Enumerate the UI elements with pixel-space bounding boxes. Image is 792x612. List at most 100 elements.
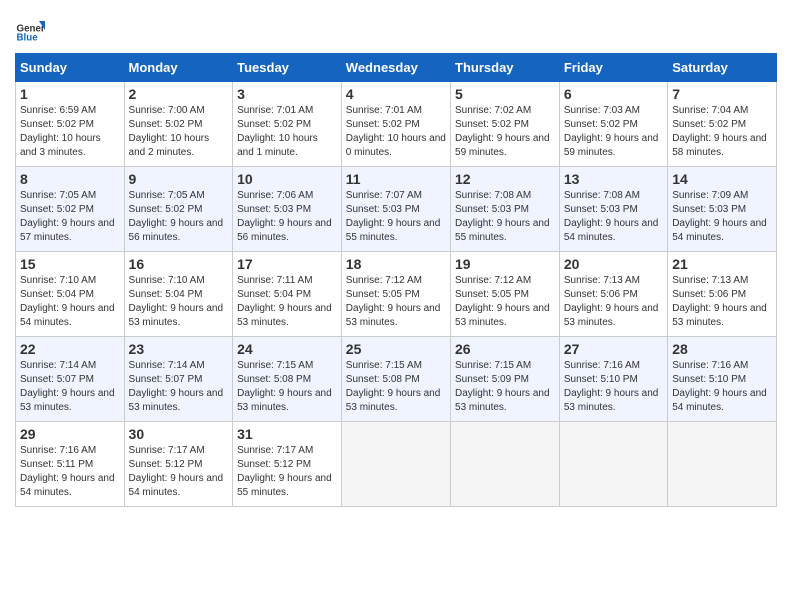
day-number: 10 bbox=[237, 171, 337, 187]
day-info: Sunrise: 7:13 AMSunset: 5:06 PMDaylight:… bbox=[564, 274, 663, 330]
day-number: 23 bbox=[129, 341, 229, 357]
calendar-cell bbox=[341, 422, 450, 507]
day-info: Sunrise: 7:01 AMSunset: 5:02 PMDaylight:… bbox=[237, 104, 337, 160]
calendar-week-row: 22 Sunrise: 7:14 AMSunset: 5:07 PMDayligh… bbox=[16, 337, 777, 422]
calendar-cell bbox=[451, 422, 560, 507]
day-number: 2 bbox=[129, 86, 229, 102]
day-number: 18 bbox=[346, 256, 446, 272]
day-info: Sunrise: 7:01 AMSunset: 5:02 PMDaylight:… bbox=[346, 104, 446, 160]
calendar-cell: 26 Sunrise: 7:15 AMSunset: 5:09 PMDayligh… bbox=[451, 337, 560, 422]
day-info: Sunrise: 7:13 AMSunset: 5:06 PMDaylight:… bbox=[672, 274, 772, 330]
calendar-cell: 28 Sunrise: 7:16 AMSunset: 5:10 PMDayligh… bbox=[668, 337, 777, 422]
day-number: 30 bbox=[129, 426, 229, 442]
day-info: Sunrise: 7:05 AMSunset: 5:02 PMDaylight:… bbox=[20, 189, 120, 245]
day-number: 11 bbox=[346, 171, 446, 187]
calendar-cell: 23 Sunrise: 7:14 AMSunset: 5:07 PMDayligh… bbox=[124, 337, 233, 422]
calendar-cell: 24Sunrise: 7:15 AMSunset: 5:08 PMDayligh… bbox=[233, 337, 342, 422]
calendar-cell: 7Sunrise: 7:04 AMSunset: 5:02 PMDaylight… bbox=[668, 82, 777, 167]
calendar-cell: 29Sunrise: 7:16 AMSunset: 5:11 PMDayligh… bbox=[16, 422, 125, 507]
day-number: 1 bbox=[20, 86, 120, 102]
day-number: 27 bbox=[564, 341, 663, 357]
calendar-cell: 8 Sunrise: 7:05 AMSunset: 5:02 PMDaylight… bbox=[16, 167, 125, 252]
header-day-sunday: Sunday bbox=[16, 54, 125, 82]
calendar-cell: 16Sunrise: 7:10 AMSunset: 5:04 PMDayligh… bbox=[124, 252, 233, 337]
calendar-cell: 1 Sunrise: 6:59 AMSunset: 5:02 PMDaylight… bbox=[16, 82, 125, 167]
day-number: 6 bbox=[564, 86, 663, 102]
calendar-cell: 17 Sunrise: 7:11 AMSunset: 5:04 PMDayligh… bbox=[233, 252, 342, 337]
day-number: 26 bbox=[455, 341, 555, 357]
calendar-cell: 5 Sunrise: 7:02 AMSunset: 5:02 PMDaylight… bbox=[451, 82, 560, 167]
day-info: Sunrise: 7:14 AMSunset: 5:07 PMDaylight:… bbox=[20, 359, 120, 415]
day-info: Sunrise: 7:15 AMSunset: 5:08 PMDaylight:… bbox=[237, 359, 337, 415]
day-info: Sunrise: 7:10 AMSunset: 5:04 PMDaylight:… bbox=[20, 274, 120, 330]
day-info: Sunrise: 7:06 AMSunset: 5:03 PMDaylight:… bbox=[237, 189, 337, 245]
day-number: 17 bbox=[237, 256, 337, 272]
calendar-cell: 19Sunrise: 7:12 AMSunset: 5:05 PMDayligh… bbox=[451, 252, 560, 337]
logo: General Blue bbox=[15, 15, 45, 45]
day-info: Sunrise: 7:15 AMSunset: 5:09 PMDaylight:… bbox=[455, 359, 555, 415]
day-info: Sunrise: 7:10 AMSunset: 5:04 PMDaylight:… bbox=[129, 274, 229, 330]
calendar-cell: 14 Sunrise: 7:09 AMSunset: 5:03 PMDayligh… bbox=[668, 167, 777, 252]
day-number: 14 bbox=[672, 171, 772, 187]
day-info: Sunrise: 7:16 AMSunset: 5:10 PMDaylight:… bbox=[672, 359, 772, 415]
calendar-cell: 9 Sunrise: 7:05 AMSunset: 5:02 PMDaylight… bbox=[124, 167, 233, 252]
day-info: Sunrise: 7:17 AMSunset: 5:12 PMDaylight:… bbox=[129, 444, 229, 500]
calendar-cell: 30 Sunrise: 7:17 AMSunset: 5:12 PMDayligh… bbox=[124, 422, 233, 507]
day-info: Sunrise: 7:04 AMSunset: 5:02 PMDaylight:… bbox=[672, 104, 772, 160]
svg-text:Blue: Blue bbox=[17, 33, 39, 44]
calendar-cell: 12 Sunrise: 7:08 AMSunset: 5:03 PMDayligh… bbox=[451, 167, 560, 252]
header: General Blue bbox=[15, 15, 777, 45]
header-day-saturday: Saturday bbox=[668, 54, 777, 82]
header-day-thursday: Thursday bbox=[451, 54, 560, 82]
calendar-cell: 4 Sunrise: 7:01 AMSunset: 5:02 PMDaylight… bbox=[341, 82, 450, 167]
day-info: Sunrise: 7:03 AMSunset: 5:02 PMDaylight:… bbox=[564, 104, 663, 160]
day-number: 31 bbox=[237, 426, 337, 442]
calendar-cell: 6 Sunrise: 7:03 AMSunset: 5:02 PMDaylight… bbox=[559, 82, 667, 167]
calendar-cell bbox=[559, 422, 667, 507]
day-info: Sunrise: 6:59 AMSunset: 5:02 PMDaylight:… bbox=[20, 104, 120, 160]
header-day-monday: Monday bbox=[124, 54, 233, 82]
calendar-cell: 3 Sunrise: 7:01 AMSunset: 5:02 PMDaylight… bbox=[233, 82, 342, 167]
calendar-week-row: 15 Sunrise: 7:10 AMSunset: 5:04 PMDayligh… bbox=[16, 252, 777, 337]
calendar-cell bbox=[668, 422, 777, 507]
day-number: 9 bbox=[129, 171, 229, 187]
day-info: Sunrise: 7:09 AMSunset: 5:03 PMDaylight:… bbox=[672, 189, 772, 245]
header-day-friday: Friday bbox=[559, 54, 667, 82]
day-number: 8 bbox=[20, 171, 120, 187]
calendar-week-row: 1 Sunrise: 6:59 AMSunset: 5:02 PMDaylight… bbox=[16, 82, 777, 167]
day-info: Sunrise: 7:08 AMSunset: 5:03 PMDaylight:… bbox=[564, 189, 663, 245]
calendar-table: SundayMondayTuesdayWednesdayThursdayFrid… bbox=[15, 53, 777, 507]
calendar-cell: 21Sunrise: 7:13 AMSunset: 5:06 PMDayligh… bbox=[668, 252, 777, 337]
day-info: Sunrise: 7:14 AMSunset: 5:07 PMDaylight:… bbox=[129, 359, 229, 415]
day-info: Sunrise: 7:15 AMSunset: 5:08 PMDaylight:… bbox=[346, 359, 446, 415]
day-info: Sunrise: 7:00 AMSunset: 5:02 PMDaylight:… bbox=[129, 104, 229, 160]
header-day-wednesday: Wednesday bbox=[341, 54, 450, 82]
day-number: 22 bbox=[20, 341, 120, 357]
calendar-week-row: 8 Sunrise: 7:05 AMSunset: 5:02 PMDaylight… bbox=[16, 167, 777, 252]
day-info: Sunrise: 7:05 AMSunset: 5:02 PMDaylight:… bbox=[129, 189, 229, 245]
calendar-cell: 15 Sunrise: 7:10 AMSunset: 5:04 PMDayligh… bbox=[16, 252, 125, 337]
calendar-week-row: 29Sunrise: 7:16 AMSunset: 5:11 PMDayligh… bbox=[16, 422, 777, 507]
day-number: 12 bbox=[455, 171, 555, 187]
day-number: 3 bbox=[237, 86, 337, 102]
day-info: Sunrise: 7:07 AMSunset: 5:03 PMDaylight:… bbox=[346, 189, 446, 245]
day-info: Sunrise: 7:08 AMSunset: 5:03 PMDaylight:… bbox=[455, 189, 555, 245]
calendar-cell: 25 Sunrise: 7:15 AMSunset: 5:08 PMDayligh… bbox=[341, 337, 450, 422]
header-day-tuesday: Tuesday bbox=[233, 54, 342, 82]
day-number: 28 bbox=[672, 341, 772, 357]
day-number: 25 bbox=[346, 341, 446, 357]
day-number: 5 bbox=[455, 86, 555, 102]
day-info: Sunrise: 7:02 AMSunset: 5:02 PMDaylight:… bbox=[455, 104, 555, 160]
day-number: 4 bbox=[346, 86, 446, 102]
calendar-cell: 31 Sunrise: 7:17 AMSunset: 5:12 PMDayligh… bbox=[233, 422, 342, 507]
day-info: Sunrise: 7:12 AMSunset: 5:05 PMDaylight:… bbox=[346, 274, 446, 330]
day-number: 15 bbox=[20, 256, 120, 272]
day-info: Sunrise: 7:17 AMSunset: 5:12 PMDaylight:… bbox=[237, 444, 337, 500]
calendar-cell: 22 Sunrise: 7:14 AMSunset: 5:07 PMDayligh… bbox=[16, 337, 125, 422]
day-info: Sunrise: 7:16 AMSunset: 5:10 PMDaylight:… bbox=[564, 359, 663, 415]
calendar-cell: 10 Sunrise: 7:06 AMSunset: 5:03 PMDayligh… bbox=[233, 167, 342, 252]
day-number: 13 bbox=[564, 171, 663, 187]
calendar-cell: 13 Sunrise: 7:08 AMSunset: 5:03 PMDayligh… bbox=[559, 167, 667, 252]
calendar-cell: 2 Sunrise: 7:00 AMSunset: 5:02 PMDaylight… bbox=[124, 82, 233, 167]
day-info: Sunrise: 7:11 AMSunset: 5:04 PMDaylight:… bbox=[237, 274, 337, 330]
